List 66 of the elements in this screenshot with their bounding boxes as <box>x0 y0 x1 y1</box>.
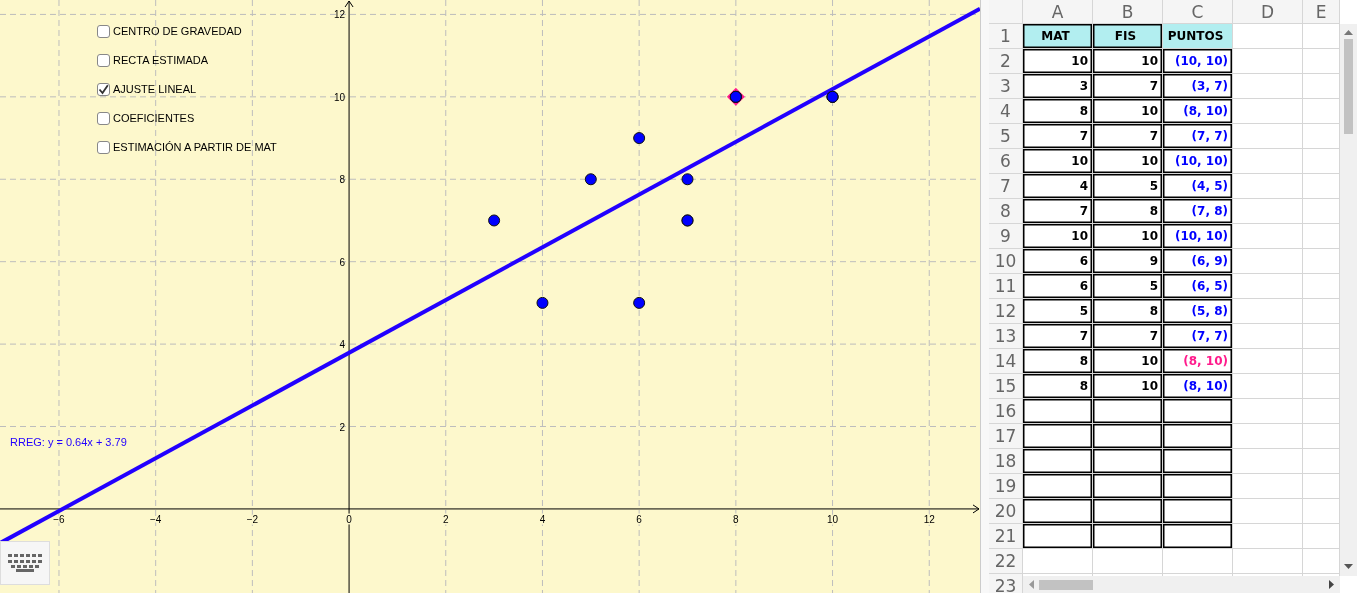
table-cell: 5 <box>1093 274 1163 299</box>
equation-label: RREG: y = 0.64x + 3.79 <box>10 436 127 448</box>
table-cell: (3, 7) <box>1163 74 1233 99</box>
table-cell: (8, 10) <box>1163 374 1233 399</box>
checkbox-label: CENTRO DE GRAVEDAD <box>113 25 242 37</box>
table-cell: (10, 10) <box>1163 49 1233 74</box>
table-cell: 7 <box>1093 74 1163 99</box>
table-cell: 7 <box>1093 124 1163 149</box>
tick-label: 10 <box>333 91 346 103</box>
table-cell: 7 <box>1093 324 1163 349</box>
table-cell: MAT <box>1023 24 1093 49</box>
table-cell: 10 <box>1023 49 1093 74</box>
tick-label: 6 <box>339 256 346 268</box>
checkbox-label: COEFICIENTES <box>113 112 195 124</box>
tick-label: 12 <box>333 9 346 21</box>
table-cell: 7 <box>1023 199 1093 224</box>
table-cell: 10 <box>1093 349 1163 374</box>
table-cell: 10 <box>1093 149 1163 174</box>
table-cell: 6 <box>1023 249 1093 274</box>
table-cell: 5 <box>1093 174 1163 199</box>
tick-label: 8 <box>339 174 346 186</box>
table-cell: (10, 10) <box>1163 149 1233 174</box>
table-cell: (6, 5) <box>1163 274 1233 299</box>
table-cell: (6, 9) <box>1163 249 1233 274</box>
table-cell: 8 <box>1023 349 1093 374</box>
table-cell: (7, 7) <box>1163 124 1233 149</box>
tick-label: −2 <box>246 513 259 525</box>
tick-label: 12 <box>923 513 935 525</box>
table-cell: 3 <box>1023 74 1093 99</box>
table-cell: 7 <box>1023 324 1093 349</box>
table-cell: 10 <box>1093 49 1163 74</box>
table-cell: 8 <box>1023 374 1093 399</box>
table-cell: (10, 10) <box>1163 224 1233 249</box>
tick-label: −4 <box>150 513 162 525</box>
tick-label: −6 <box>53 513 65 525</box>
checkbox-label: ESTIMACIÓN A PARTIR DE MAT <box>113 141 277 153</box>
table-cell: 9 <box>1093 249 1163 274</box>
table-cell: (8, 10) <box>1163 99 1233 124</box>
table-cell: (8, 10) <box>1163 349 1233 374</box>
table-cell: 4 <box>1023 174 1093 199</box>
tick-label: 2 <box>443 513 449 525</box>
table-cell: FIS <box>1093 24 1163 49</box>
table-cell: 10 <box>1093 374 1163 399</box>
table-cell: 10 <box>1093 99 1163 124</box>
tick-label: 8 <box>733 513 739 525</box>
table-cell: (7, 7) <box>1163 324 1233 349</box>
tick-label: 2 <box>339 421 346 433</box>
tick-label: 6 <box>636 513 642 525</box>
table-cell: (4, 5) <box>1163 174 1233 199</box>
table-cell: 10 <box>1023 149 1093 174</box>
table-cell: PUNTOS <box>1163 24 1233 49</box>
table-cell: 8 <box>1093 199 1163 224</box>
tick-label: 4 <box>539 513 546 525</box>
checkbox-label: AJUSTE LINEAL <box>113 83 197 95</box>
table-cell: 6 <box>1023 274 1093 299</box>
table-cell: (7, 8) <box>1163 199 1233 224</box>
tick-label: 10 <box>827 513 839 525</box>
tick-label: 4 <box>339 339 346 351</box>
table-cell: 10 <box>1023 224 1093 249</box>
table-cell: (5, 8) <box>1163 299 1233 324</box>
table-cell: 10 <box>1093 224 1163 249</box>
table-cell: 8 <box>1093 299 1163 324</box>
table-cell: 7 <box>1023 124 1093 149</box>
checkbox-label: RECTA ESTIMADA <box>113 54 209 66</box>
table-cell: 5 <box>1023 299 1093 324</box>
table-cell: 8 <box>1023 99 1093 124</box>
